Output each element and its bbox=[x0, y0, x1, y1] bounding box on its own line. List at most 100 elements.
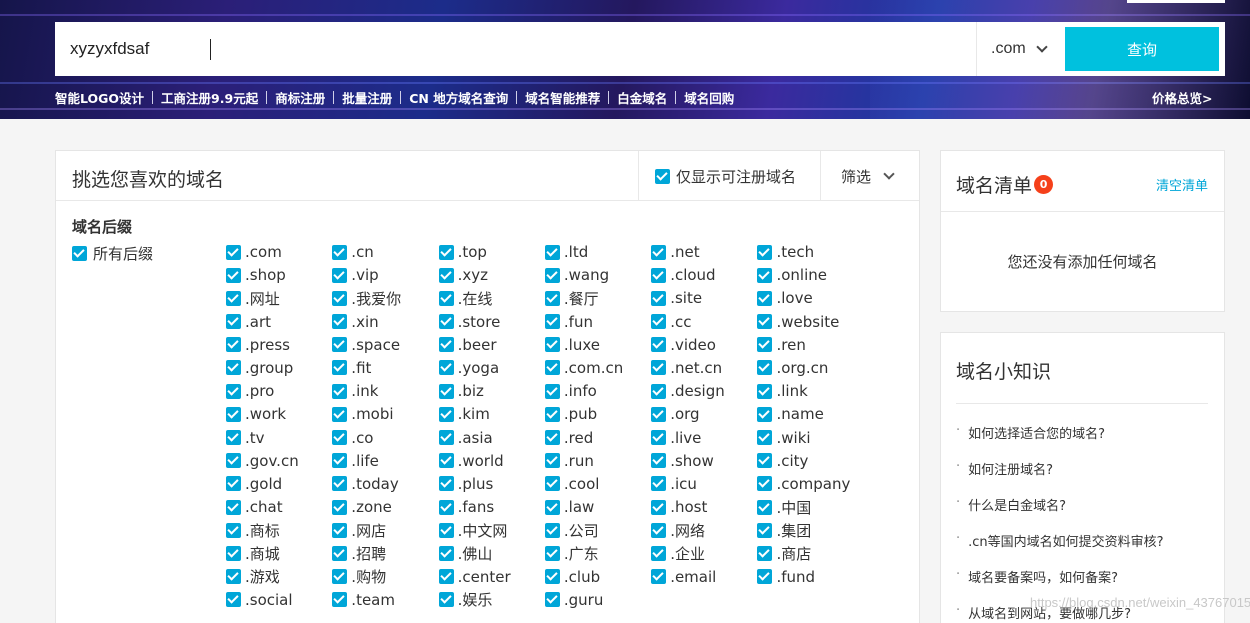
checkbox-checked-icon[interactable] bbox=[226, 383, 241, 399]
suffix-checkbox[interactable]: .fans bbox=[438, 498, 545, 516]
checkbox-checked-icon[interactable] bbox=[438, 267, 454, 283]
checkbox-checked-icon[interactable] bbox=[655, 168, 670, 184]
checkbox-checked-icon[interactable] bbox=[757, 499, 773, 515]
checkbox-checked-icon[interactable] bbox=[651, 545, 667, 561]
checkbox-checked-icon[interactable] bbox=[332, 383, 348, 399]
suffix-checkbox[interactable]: .group bbox=[226, 359, 332, 377]
suffix-checkbox[interactable]: .info bbox=[544, 382, 651, 400]
suffix-checkbox[interactable]: .商店 bbox=[757, 544, 863, 563]
checkbox-checked-icon[interactable] bbox=[226, 430, 241, 445]
checkbox-checked-icon[interactable] bbox=[438, 337, 454, 353]
checkbox-checked-icon[interactable] bbox=[757, 545, 773, 561]
suffix-checkbox[interactable]: .kim bbox=[438, 405, 545, 423]
suffix-checkbox[interactable]: .xyz bbox=[438, 266, 545, 284]
checkbox-checked-icon[interactable] bbox=[544, 314, 560, 330]
suffix-checkbox[interactable]: .购物 bbox=[332, 568, 438, 586]
tip-link[interactable]: · 什么是白金域名? bbox=[956, 495, 1164, 531]
checkbox-checked-icon[interactable] bbox=[544, 569, 560, 585]
checkbox-checked-icon[interactable] bbox=[757, 569, 773, 585]
checkbox-checked-icon[interactable] bbox=[544, 290, 560, 306]
suffix-checkbox[interactable]: .top bbox=[438, 243, 545, 261]
checkbox-checked-icon[interactable] bbox=[757, 522, 773, 538]
checkbox-checked-icon[interactable] bbox=[544, 430, 560, 445]
suffix-checkbox[interactable]: .luxe bbox=[544, 336, 651, 354]
checkbox-checked-icon[interactable] bbox=[332, 290, 348, 306]
checkbox-checked-icon[interactable] bbox=[651, 522, 667, 538]
checkbox-checked-icon[interactable] bbox=[544, 406, 560, 422]
checkbox-checked-icon[interactable] bbox=[544, 244, 560, 260]
checkbox-checked-icon[interactable] bbox=[544, 499, 560, 515]
quick-link-platinum[interactable]: 白金域名 bbox=[617, 88, 667, 107]
suffix-checkbox[interactable]: .team bbox=[332, 591, 438, 609]
price-overview-link[interactable]: 价格总览> bbox=[1152, 88, 1212, 107]
suffix-checkbox[interactable]: .name bbox=[757, 405, 863, 423]
suffix-checkbox[interactable]: .video bbox=[651, 336, 757, 354]
checkbox-checked-icon[interactable] bbox=[544, 383, 560, 399]
suffix-checkbox[interactable]: .life bbox=[332, 452, 438, 470]
suffix-checkbox[interactable]: .show bbox=[651, 452, 757, 470]
checkbox-checked-icon[interactable] bbox=[226, 290, 241, 306]
suffix-checkbox[interactable]: .中文网 bbox=[438, 521, 545, 540]
checkbox-checked-icon[interactable] bbox=[332, 499, 348, 515]
checkbox-checked-icon[interactable] bbox=[757, 383, 773, 399]
suffix-checkbox[interactable]: .today bbox=[332, 475, 438, 493]
all-suffix-checkbox[interactable]: 所有后缀 bbox=[72, 243, 153, 264]
checkbox-checked-icon[interactable] bbox=[332, 337, 348, 353]
suffix-checkbox[interactable]: .xin bbox=[332, 313, 438, 331]
suffix-checkbox[interactable]: .集团 bbox=[757, 521, 863, 540]
checkbox-checked-icon[interactable] bbox=[544, 360, 560, 376]
checkbox-checked-icon[interactable] bbox=[226, 453, 241, 469]
checkbox-checked-icon[interactable] bbox=[332, 476, 348, 492]
checkbox-checked-icon[interactable] bbox=[226, 499, 241, 515]
checkbox-checked-icon[interactable] bbox=[651, 360, 667, 376]
suffix-checkbox[interactable]: .tv bbox=[226, 429, 332, 447]
suffix-checkbox[interactable]: .gold bbox=[226, 475, 332, 493]
suffix-checkbox[interactable]: .shop bbox=[226, 266, 332, 284]
checkbox-checked-icon[interactable] bbox=[544, 453, 560, 469]
suffix-checkbox[interactable]: .网店 bbox=[332, 521, 438, 540]
suffix-checkbox[interactable]: .run bbox=[544, 452, 651, 470]
suffix-checkbox[interactable]: .press bbox=[226, 336, 332, 354]
checkbox-checked-icon[interactable] bbox=[438, 569, 454, 585]
quick-link-trademark[interactable]: 商标注册 bbox=[275, 88, 325, 107]
suffix-checkbox[interactable]: .cc bbox=[651, 313, 757, 331]
suffix-checkbox[interactable]: .com bbox=[226, 243, 332, 261]
suffix-checkbox[interactable]: .tech bbox=[757, 243, 863, 261]
checkbox-checked-icon[interactable] bbox=[332, 453, 348, 469]
suffix-dropdown[interactable]: .com bbox=[976, 22, 1064, 76]
checkbox-checked-icon[interactable] bbox=[544, 592, 560, 608]
suffix-checkbox[interactable]: .商标 bbox=[226, 521, 332, 540]
suffix-checkbox[interactable]: .love bbox=[757, 289, 863, 307]
checkbox-checked-icon[interactable] bbox=[438, 476, 454, 492]
checkbox-checked-icon[interactable] bbox=[651, 453, 667, 469]
suffix-checkbox[interactable]: .招聘 bbox=[332, 544, 438, 563]
suffix-checkbox[interactable]: .link bbox=[757, 382, 863, 400]
suffix-checkbox[interactable]: .gov.cn bbox=[226, 452, 332, 470]
checkbox-checked-icon[interactable] bbox=[226, 314, 241, 330]
checkbox-checked-icon[interactable] bbox=[226, 337, 241, 353]
suffix-checkbox[interactable]: .org.cn bbox=[757, 359, 863, 377]
suffix-checkbox[interactable]: .wang bbox=[544, 266, 651, 284]
suffix-checkbox[interactable]: .pub bbox=[544, 405, 651, 423]
checkbox-checked-icon[interactable] bbox=[438, 453, 454, 469]
suffix-checkbox[interactable]: .fun bbox=[544, 313, 651, 331]
checkbox-checked-icon[interactable] bbox=[438, 383, 454, 399]
checkbox-checked-icon[interactable] bbox=[757, 360, 773, 376]
tip-link[interactable]: · 如何注册域名? bbox=[956, 459, 1164, 495]
suffix-checkbox[interactable]: .biz bbox=[438, 382, 545, 400]
checkbox-checked-icon[interactable] bbox=[226, 360, 241, 376]
suffix-checkbox[interactable]: .net bbox=[651, 243, 757, 261]
suffix-checkbox[interactable]: .online bbox=[757, 266, 863, 284]
suffix-checkbox[interactable]: .fund bbox=[757, 568, 863, 586]
domain-search-input[interactable] bbox=[55, 22, 976, 76]
suffix-checkbox[interactable]: .vip bbox=[332, 266, 438, 284]
checkbox-checked-icon[interactable] bbox=[757, 267, 773, 283]
suffix-checkbox[interactable]: .co bbox=[332, 429, 438, 447]
suffix-checkbox[interactable]: .social bbox=[226, 591, 332, 609]
checkbox-checked-icon[interactable] bbox=[332, 360, 348, 376]
suffix-checkbox[interactable]: .asia bbox=[438, 429, 545, 447]
suffix-checkbox[interactable]: .guru bbox=[544, 591, 651, 609]
checkbox-checked-icon[interactable] bbox=[438, 406, 454, 422]
suffix-checkbox[interactable]: .beer bbox=[438, 336, 545, 354]
checkbox-checked-icon[interactable] bbox=[757, 406, 773, 422]
